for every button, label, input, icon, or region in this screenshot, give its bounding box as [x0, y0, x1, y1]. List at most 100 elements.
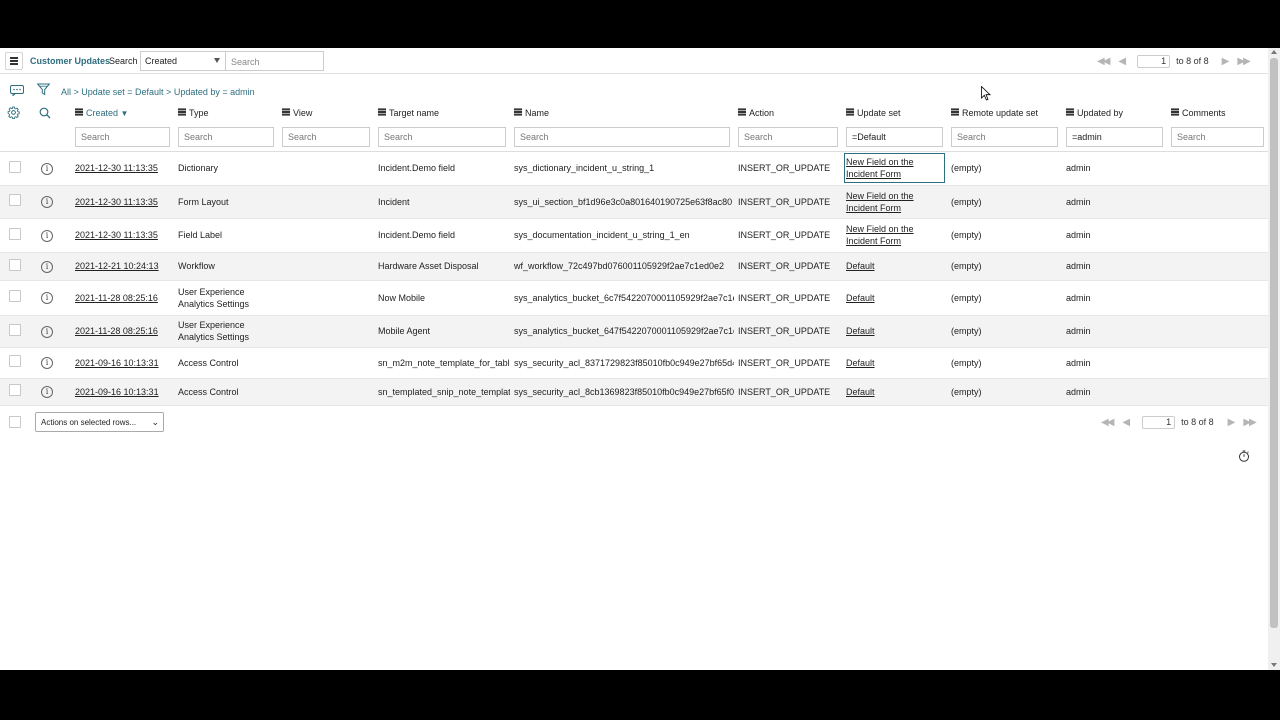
next-page-icon[interactable]: ▶	[1228, 417, 1236, 428]
search-icon[interactable]	[39, 107, 51, 119]
last-page-icon[interactable]: ▶▶	[1237, 56, 1250, 67]
target-name-cell: Now Mobile	[374, 280, 510, 316]
column-menu-icon[interactable]	[378, 111, 386, 113]
info-icon[interactable]: i	[41, 196, 53, 208]
column-menu-icon[interactable]	[1066, 111, 1074, 113]
table-row[interactable]: i 2021-11-28 08:25:16 User Experience Anal…	[0, 315, 1268, 348]
type-cell: User Experience Analytics Settings	[174, 280, 278, 316]
page-number-input[interactable]: 1	[1137, 54, 1171, 68]
created-link[interactable]: 2021-11-28 08:25:16	[75, 293, 158, 303]
created-link[interactable]: 2021-12-30 11:13:35	[75, 163, 158, 173]
table-row[interactable]: i 2021-12-30 11:13:35 Form Layout Incident s…	[0, 185, 1268, 219]
name-search-input[interactable]	[514, 127, 730, 148]
column-menu-icon[interactable]	[75, 111, 83, 113]
scroll-down-icon[interactable]	[1271, 663, 1277, 667]
column-menu-icon[interactable]	[178, 111, 186, 113]
column-menu-icon[interactable]	[738, 111, 746, 113]
created-link[interactable]: 2021-09-16 10:13:31	[75, 358, 159, 368]
last-page-icon[interactable]: ▶▶	[1243, 417, 1256, 428]
table-row[interactable]: i 2021-11-28 08:25:16 User Experience Anal…	[0, 280, 1268, 316]
column-header-type[interactable]: Type	[174, 101, 278, 124]
row-checkbox[interactable]	[9, 323, 21, 336]
column-menu-icon[interactable]	[846, 111, 854, 113]
created-search-input[interactable]	[75, 127, 170, 148]
action-search-input[interactable]	[738, 127, 838, 148]
column-header-action[interactable]: Action	[734, 101, 842, 124]
table-row[interactable]: i 2021-12-30 11:13:35 Dictionary Incident.D…	[0, 151, 1268, 186]
update-set-link[interactable]: Default	[846, 326, 875, 336]
update-set-link[interactable]: New Field on the Incident Form	[846, 191, 914, 213]
column-header-target-name[interactable]: Target name	[374, 101, 510, 124]
actions-on-selected-rows-select[interactable]: Actions on selected rows... ⌄	[35, 412, 164, 432]
prev-page-icon[interactable]: ◀	[1122, 417, 1130, 428]
update-set-link[interactable]: Default	[846, 261, 875, 271]
update-set-search-input[interactable]	[846, 127, 943, 148]
filter-spacer	[0, 124, 33, 152]
list-title[interactable]: Customer Updates	[30, 56, 110, 66]
scroll-up-icon[interactable]	[1271, 50, 1277, 54]
created-link[interactable]: 2021-09-16 10:13:31	[75, 387, 159, 397]
column-menu-icon[interactable]	[514, 111, 522, 113]
first-page-icon[interactable]: ◀◀	[1097, 56, 1110, 67]
select-all-checkbox[interactable]	[9, 416, 21, 428]
row-checkbox[interactable]	[9, 194, 21, 206]
info-icon[interactable]: i	[41, 162, 53, 175]
created-link[interactable]: 2021-12-30 11:13:35	[75, 197, 158, 207]
created-link[interactable]: 2021-11-28 08:25:16	[75, 326, 158, 336]
updated-by-search-input[interactable]	[1066, 127, 1163, 148]
update-set-link[interactable]: Default	[846, 358, 875, 368]
vertical-scrollbar[interactable]	[1268, 48, 1280, 670]
info-icon[interactable]: i	[41, 325, 53, 338]
created-link[interactable]: 2021-12-21 10:24:13	[75, 261, 159, 271]
column-header-name[interactable]: Name	[510, 101, 734, 124]
row-checkbox[interactable]	[9, 160, 21, 173]
table-row[interactable]: i 2021-12-30 11:13:35 Field Label Incident.…	[0, 218, 1268, 253]
comment-icon[interactable]	[10, 85, 24, 96]
column-header-updated-by[interactable]: Updated by	[1062, 101, 1167, 124]
column-header-view[interactable]: View	[278, 101, 374, 124]
created-link[interactable]: 2021-12-30 11:13:35	[75, 230, 158, 240]
hamburger-menu-icon[interactable]	[5, 52, 23, 70]
info-icon[interactable]: i	[41, 260, 53, 273]
scrollbar-thumb[interactable]	[1270, 58, 1278, 628]
column-header-comments[interactable]: Comments	[1167, 101, 1268, 124]
column-menu-icon[interactable]	[951, 111, 959, 113]
info-icon[interactable]: i	[41, 357, 53, 369]
info-icon[interactable]: i	[41, 386, 53, 398]
next-page-icon[interactable]: ▶	[1222, 56, 1230, 67]
search-input[interactable]: Search	[225, 51, 324, 71]
column-header-remote-update-set[interactable]: Remote update set	[947, 101, 1062, 124]
table-row[interactable]: i 2021-09-16 10:13:31 Access Control sn_tem…	[0, 378, 1268, 406]
gear-icon[interactable]	[7, 106, 20, 119]
first-page-icon[interactable]: ◀◀	[1101, 417, 1114, 428]
search-field-select[interactable]: Created	[140, 51, 225, 71]
column-header-created[interactable]: Created ▼	[71, 101, 174, 124]
stopwatch-icon[interactable]	[1238, 450, 1250, 462]
update-set-link[interactable]: Default	[846, 387, 875, 397]
breadcrumb[interactable]: All > Update set = Default > Updated by …	[61, 87, 255, 97]
type-search-input[interactable]	[178, 127, 274, 148]
row-checkbox[interactable]	[9, 384, 21, 396]
remote-update-set-search-input[interactable]	[951, 127, 1058, 148]
prev-page-icon[interactable]: ◀	[1118, 56, 1126, 67]
funnel-icon[interactable]	[37, 83, 50, 96]
info-icon[interactable]: i	[41, 292, 53, 304]
target-name-search-input[interactable]	[378, 127, 506, 148]
row-checkbox[interactable]	[9, 258, 21, 271]
column-header-update-set[interactable]: Update set	[842, 101, 947, 124]
settings-header-cell	[0, 101, 33, 124]
update-set-link[interactable]: New Field on the Incident Form	[846, 224, 914, 246]
row-checkbox[interactable]	[9, 290, 21, 302]
page-number-input[interactable]: 1	[1142, 415, 1176, 429]
column-menu-icon[interactable]	[1171, 111, 1179, 113]
update-set-link[interactable]: Default	[846, 293, 875, 303]
row-checkbox[interactable]	[9, 227, 21, 240]
table-row[interactable]: i 2021-09-16 10:13:31 Access Control sn_m2m…	[0, 347, 1268, 379]
column-menu-icon[interactable]	[282, 111, 290, 113]
update-set-link[interactable]: New Field on the Incident Form	[846, 157, 914, 179]
view-search-input[interactable]	[282, 127, 370, 148]
info-icon[interactable]: i	[41, 229, 53, 242]
table-row[interactable]: i 2021-12-21 10:24:13 Workflow Hardware Ass…	[0, 252, 1268, 281]
comments-search-input[interactable]	[1171, 127, 1264, 148]
row-checkbox[interactable]	[9, 355, 21, 367]
